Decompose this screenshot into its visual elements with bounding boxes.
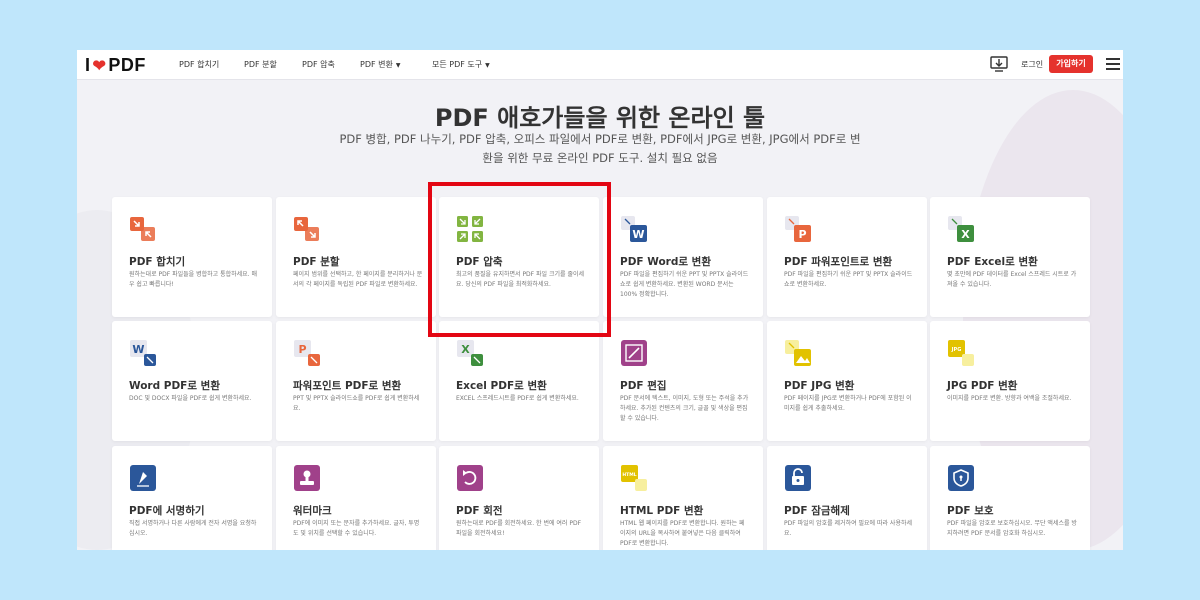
html-icon: HTML <box>620 464 648 492</box>
top-navigation: I ❤ PDF PDF 합치기 PDF 분할 PDF 압축 PDF 변환 ▼ 모든… <box>77 50 1123 80</box>
logo[interactable]: I ❤ PDF <box>85 55 146 76</box>
split-icon <box>293 215 321 243</box>
nav-all-tools-label: 모든 PDF 도구 <box>432 60 483 69</box>
subtitle-line: 환을 위한 무료 온라인 PDF 도구. 설치 필요 없음 <box>482 151 718 165</box>
tool-card-title: 워터마크 <box>293 505 332 517</box>
tool-card-description: PDF에 이미지 또는 문자를 추가하세요. 글자, 투명도 및 위치를 선택할… <box>293 520 420 537</box>
tool-card[interactable]: PDF 편집 PDF 문서에 텍스트, 이미지, 도형 또는 주석을 추가하세요.… <box>603 321 763 441</box>
tool-card-title: PDF 보호 <box>947 505 994 517</box>
tool-card[interactable]: PDF 회전원하는대로 PDF를 회전하세요. 한 번에 여러 PDF 파일을 … <box>439 446 599 550</box>
tool-card-description: 이미지를 PDF로 변환. 방향과 여백을 조절하세요. <box>947 395 1072 402</box>
tool-card-title: PDF에 서명하기 <box>129 505 205 517</box>
chevron-down-icon: ▼ <box>485 62 490 69</box>
tool-card[interactable]: HTML HTML PDF 변환 HTML 웹 페이지를 PDF로 변환합니다. 원… <box>603 446 763 550</box>
tool-card-title: Word PDF로 변환 <box>129 380 220 392</box>
nav-compress[interactable]: PDF 압축 <box>302 59 335 70</box>
subtitle-line: PDF 병합, PDF 나누기, PDF 압축, 오피스 파일에서 PDF로 변… <box>339 132 861 146</box>
edit-icon <box>620 339 648 367</box>
tool-card[interactable]: P PDF 파워포인트로 변환 PDF 파일을 편집하기 쉬운 PPT 및 PPTX… <box>767 197 927 317</box>
tool-card-description: 원하는대로 PDF 파일들을 병합하고 통합하세요. 매우 쉽고 빠릅니다! <box>129 271 258 288</box>
svg-text:W: W <box>632 228 644 241</box>
tool-card-title: PDF Word로 변환 <box>620 256 711 268</box>
tool-card-title: PDF JPG 변환 <box>784 380 855 392</box>
tool-card-title: 파워포인트 PDF로 변환 <box>293 380 402 392</box>
tool-card-description: PDF 파일을 편집하기 쉬운 PPT 및 PPTX 슬라이드쇼로 쉽게 변환하… <box>620 271 749 298</box>
tool-card-title: PDF 파워포인트로 변환 <box>784 256 893 268</box>
tool-card[interactable]: PDF 잠금해제 PDF 파일의 암호를 제거하여 필요에 따라 사용하세요. <box>767 446 927 550</box>
heart-icon: ❤ <box>92 57 107 75</box>
tool-card[interactable]: X Excel PDF로 변환 EXCEL 스프레드시트를 PDF로 쉽게 변환하세… <box>439 321 599 441</box>
svg-text:X: X <box>961 228 970 241</box>
tool-card[interactable]: X PDF Excel로 변환몇 초만에 PDF 데이터를 Excel 스프레드 … <box>930 197 1090 317</box>
svg-text:HTML: HTML <box>622 472 636 478</box>
excel-to-pdf-icon: X <box>456 339 484 367</box>
tool-card-description: PDF 페이지를 JPG로 변환하거나 PDF에 포함된 이미지를 쉽게 추출하… <box>784 395 912 412</box>
tool-card-title: Excel PDF로 변환 <box>456 380 547 392</box>
pdf-to-jpg-icon <box>784 339 812 367</box>
highlight-box <box>428 182 611 337</box>
protect-icon <box>947 464 975 492</box>
svg-text:P: P <box>798 228 806 241</box>
merge-icon <box>129 215 157 243</box>
tool-card[interactable]: PDF 보호 PDF 파일을 암호로 보호하십시오. 무단 액세스를 방지하려면 … <box>930 446 1090 550</box>
hamburger-menu-icon[interactable] <box>1106 58 1120 70</box>
nav-merge[interactable]: PDF 합치기 <box>179 59 219 70</box>
tool-card[interactable]: JPG JPG PDF 변환이미지를 PDF로 변환. 방향과 여백을 조절하세요… <box>930 321 1090 441</box>
nav-convert[interactable]: PDF 변환 ▼ <box>360 59 400 70</box>
tool-card-description: 몇 초만에 PDF 데이터를 Excel 스프레드 시트로 가져올 수 있습니다… <box>947 271 1077 288</box>
tool-card-description: 직접 서명하거나 다른 사람에게 전자 서명을 요청하십시오. <box>129 520 257 537</box>
logo-text-right: PDF <box>108 55 146 75</box>
tool-card-title: JPG PDF 변환 <box>947 380 1018 392</box>
tool-card[interactable]: 워터마크 PDF에 이미지 또는 문자를 추가하세요. 글자, 투명도 및 위치를… <box>276 446 436 550</box>
sign-icon <box>129 464 157 492</box>
page-subtitle: PDF 병합, PDF 나누기, PDF 압축, 오피스 파일에서 PDF로 변… <box>320 130 880 168</box>
tool-card-description: PDF 파일의 암호를 제거하여 필요에 따라 사용하세요. <box>784 520 913 537</box>
unlock-icon <box>784 464 812 492</box>
rotate-icon <box>456 464 484 492</box>
tool-card-description: PDF 파일을 암호로 보호하십시오. 무단 액세스를 방지하려면 PDF 문서… <box>947 520 1077 537</box>
svg-text:W: W <box>132 343 144 356</box>
excel-icon: X <box>947 215 975 243</box>
powerpoint-to-pdf-icon: P <box>293 339 321 367</box>
tool-card-title: PDF 잠금해제 <box>784 505 850 517</box>
svg-text:JPG: JPG <box>951 347 962 353</box>
tool-card-description: PDF 파일을 편집하기 쉬운 PPT 및 PPTX 슬라이드쇼로 변환하세요. <box>784 271 913 288</box>
desktop-download-icon[interactable] <box>990 56 1008 72</box>
tool-card-description: 원하는대로 PDF를 회전하세요. 한 번에 여러 PDF 파일을 회전하세요! <box>456 520 582 537</box>
tool-card[interactable]: PDF 합치기원하는대로 PDF 파일들을 병합하고 통합하세요. 매우 쉽고 … <box>112 197 272 317</box>
tool-card[interactable]: W Word PDF로 변환 DOC 및 DOCX 파일을 PDF로 쉽게 변환하세… <box>112 321 272 441</box>
tool-card-title: PDF 회전 <box>456 505 503 517</box>
nav-all-tools[interactable]: 모든 PDF 도구 ▼ <box>432 59 490 70</box>
page-title: PDF 애호가들을 위한 온라인 툴 <box>434 104 766 132</box>
jpg-to-pdf-icon: JPG <box>947 339 975 367</box>
tool-card-title: PDF 합치기 <box>129 256 186 268</box>
tool-card-description: PPT 및 PPTX 슬라이드쇼를 PDF로 쉽게 변환하세요. <box>293 395 420 412</box>
tool-card-title: PDF Excel로 변환 <box>947 256 1038 268</box>
tool-card[interactable]: W PDF Word로 변환 PDF 파일을 편집하기 쉬운 PPT 및 PPTX … <box>603 197 763 317</box>
svg-text:X: X <box>461 343 470 356</box>
word-to-pdf-icon: W <box>129 339 157 367</box>
nav-convert-label: PDF 변환 <box>360 60 393 69</box>
powerpoint-icon: P <box>784 215 812 243</box>
tool-card-title: HTML PDF 변환 <box>620 505 704 517</box>
tool-card-description: HTML 웹 페이지를 PDF로 변환합니다. 원하는 페이지의 URL을 복사… <box>620 520 745 547</box>
tool-card[interactable]: PDF 분할페이지 범위를 선택하고, 한 페이지를 분리하거나 문서의 각 페… <box>276 197 436 317</box>
svg-text:P: P <box>298 343 306 356</box>
chevron-down-icon: ▼ <box>395 62 401 69</box>
tool-card-description: EXCEL 스프레드시트를 PDF로 쉽게 변환하세요. <box>456 395 579 402</box>
logo-text-left: I <box>85 55 91 75</box>
tool-card-title: PDF 분할 <box>293 256 340 268</box>
word-icon: W <box>620 215 648 243</box>
tool-card-description: 페이지 범위를 선택하고, 한 페이지를 분리하거나 문서의 각 페이지를 독립… <box>293 271 423 288</box>
login-link[interactable]: 로그인 <box>1021 59 1043 70</box>
tool-card-description: DOC 및 DOCX 파일을 PDF로 쉽게 변환하세요. <box>129 395 252 402</box>
tool-card[interactable]: PDF에 서명하기직접 서명하거나 다른 사람에게 전자 서명을 요청하십시오. <box>112 446 272 550</box>
signup-button[interactable]: 가입하기 <box>1049 55 1093 73</box>
watermark-icon <box>293 464 321 492</box>
tool-card[interactable]: PDF JPG 변환 PDF 페이지를 JPG로 변환하거나 PDF에 포함된 이… <box>767 321 927 441</box>
tool-card-title: PDF 편집 <box>620 380 667 392</box>
tool-card-description: PDF 문서에 텍스트, 이미지, 도형 또는 주석을 추가하세요. 추가된 컨… <box>620 395 749 422</box>
tool-card[interactable]: P 파워포인트 PDF로 변환 PPT 및 PPTX 슬라이드쇼를 PDF로 쉽게 … <box>276 321 436 441</box>
nav-split[interactable]: PDF 분할 <box>244 59 277 70</box>
